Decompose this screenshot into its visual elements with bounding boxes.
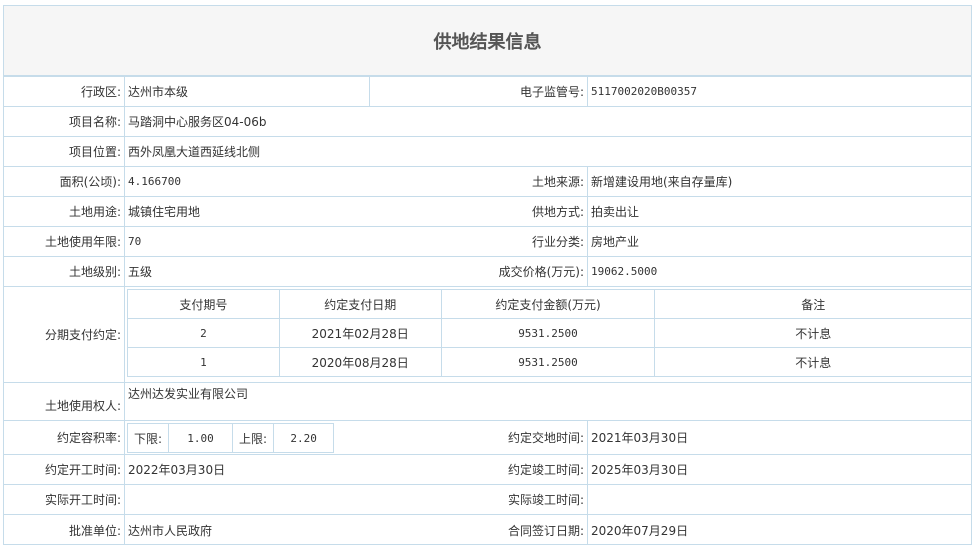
project-name-label: 项目名称:	[68, 115, 121, 129]
delivery-value: 2021年03月30日	[591, 431, 689, 445]
land-user-value: 达州达发实业有限公司	[128, 387, 249, 401]
actual-start-value	[125, 485, 365, 514]
price-value: 19062.5000	[591, 265, 658, 278]
land-grade-value: 五级	[128, 265, 153, 279]
completion-label: 约定竣工时间:	[507, 463, 584, 477]
industry-label: 行业分类:	[531, 235, 584, 249]
start-label: 约定开工时间:	[44, 463, 121, 477]
installment-header-row: 支付期号 约定支付日期 约定支付金额(万元) 备注	[127, 289, 972, 319]
supply-method-value: 拍卖出让	[591, 205, 640, 219]
header-date: 约定支付日期	[278, 289, 442, 319]
project-location-value: 西外凤凰大道西延线北侧	[128, 145, 261, 159]
header-period: 支付期号	[127, 289, 280, 319]
installment-note: 不计息	[654, 347, 972, 377]
far-upper-label: 上限:	[232, 423, 275, 453]
row-installments: 分期支付约定: 支付期号 约定支付日期 约定支付金额(万元) 备注 2 2021…	[4, 287, 972, 383]
project-location-label: 项目位置:	[68, 145, 121, 159]
e-supervision-label: 电子监管号:	[519, 85, 584, 99]
completion-value: 2025年03月30日	[591, 463, 689, 477]
area-label: 面积(公顷):	[59, 175, 121, 189]
row-actual: 实际开工时间: 实际竣工时间:	[4, 485, 971, 515]
actual-completion-value	[588, 485, 968, 514]
installment-note: 不计息	[654, 318, 972, 348]
header-amount: 约定支付金额(万元)	[440, 289, 656, 319]
use-years-label: 土地使用年限:	[44, 235, 121, 249]
installment-label: 分期支付约定:	[44, 328, 121, 342]
installment-table: 支付期号 约定支付日期 约定支付金额(万元) 备注 2 2021年02月28日 …	[127, 289, 972, 377]
row-use-years: 土地使用年限: 70 行业分类: 房地产业	[4, 227, 971, 257]
far-upper-value: 2.20	[273, 423, 335, 453]
project-name-value: 马踏洞中心服务区04-06b	[128, 115, 267, 129]
installment-date: 2020年08月28日	[278, 347, 442, 377]
installment-amount: 9531.2500	[440, 347, 656, 377]
far-lower-value: 1.00	[168, 423, 234, 453]
land-use-value: 城镇住宅用地	[128, 205, 201, 219]
approval-value: 达州市人民政府	[128, 523, 213, 538]
row-far: 约定容积率: 下限: 1.00 上限: 2.20 约定交地时间: 2021年03…	[4, 421, 971, 455]
row-start: 约定开工时间: 2022年03月30日 约定竣工时间: 2025年03月30日	[4, 455, 971, 485]
table-row: 2 2021年02月28日 9531.2500 不计息	[127, 318, 972, 348]
row-project-name: 项目名称: 马踏洞中心服务区04-06b	[4, 107, 971, 137]
installment-period: 1	[127, 347, 280, 377]
row-area: 面积(公顷): 4.166700 土地来源: 新增建设用地(来自存量库)	[4, 167, 971, 197]
installment-period: 2	[127, 318, 280, 348]
start-value: 2022年03月30日	[128, 463, 226, 477]
header-note: 备注	[654, 289, 972, 319]
price-label: 成交价格(万元):	[498, 265, 584, 279]
actual-completion-label: 实际竣工时间:	[507, 493, 584, 507]
industry-value: 房地产业	[591, 235, 640, 249]
table-row: 1 2020年08月28日 9531.2500 不计息	[127, 347, 972, 377]
contract-date-label: 合同签订日期:	[507, 523, 584, 538]
land-source-value: 新增建设用地(来自存量库)	[591, 175, 733, 189]
far-table: 下限: 1.00 上限: 2.20	[126, 423, 335, 453]
e-supervision-value: 5117002020B00357	[591, 85, 697, 98]
land-grade-label: 土地级别:	[68, 265, 121, 279]
far-label: 约定容积率:	[56, 431, 121, 445]
actual-start-label: 实际开工时间:	[44, 493, 121, 507]
row-admin-region: 行政区: 达州市本级 电子监管号: 5117002020B00357	[4, 76, 971, 107]
land-use-label: 土地用途:	[68, 205, 121, 219]
row-approval: 批准单位: 达州市人民政府 合同签订日期: 2020年07月29日	[4, 515, 971, 545]
land-user-label: 土地使用权人:	[44, 399, 121, 413]
row-land-grade: 土地级别: 五级 成交价格(万元): 19062.5000	[4, 257, 971, 287]
installment-amount: 9531.2500	[440, 318, 656, 348]
use-years-value: 70	[128, 235, 142, 248]
admin-region-value: 达州市本级	[128, 85, 189, 99]
installment-date: 2021年02月28日	[278, 318, 442, 348]
approval-label: 批准单位:	[68, 523, 121, 538]
row-project-location: 项目位置: 西外凤凰大道西延线北侧	[4, 137, 971, 167]
land-source-label: 土地来源:	[531, 175, 584, 189]
delivery-label: 约定交地时间:	[507, 431, 584, 445]
admin-region-label: 行政区:	[80, 85, 121, 99]
contract-date-value: 2020年07月29日	[591, 523, 689, 538]
row-land-use: 土地用途: 城镇住宅用地 供地方式: 拍卖出让	[4, 197, 971, 227]
supply-method-label: 供地方式:	[531, 205, 584, 219]
row-land-user: 土地使用权人: 达州达发实业有限公司	[4, 383, 971, 421]
far-lower-label: 下限:	[126, 423, 170, 453]
page-title: 供地结果信息	[4, 6, 971, 76]
